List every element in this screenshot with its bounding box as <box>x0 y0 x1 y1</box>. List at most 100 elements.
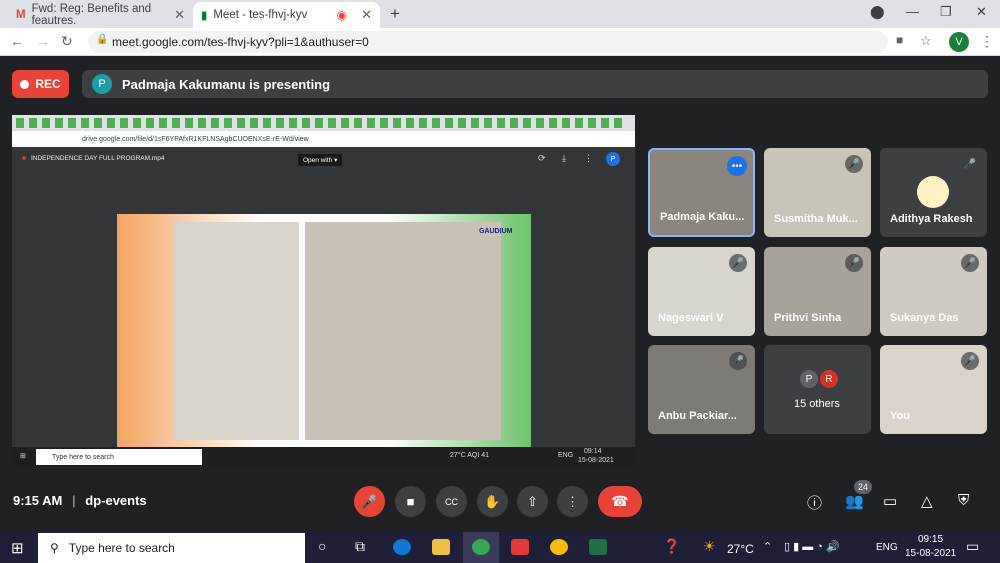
close-window-button[interactable]: ✕ <box>976 4 987 20</box>
minimize-button[interactable]: — <box>906 4 919 19</box>
edge-icon[interactable] <box>393 539 411 555</box>
raise-hand-button[interactable]: ✋ <box>477 486 508 517</box>
activities-button[interactable]: △ <box>921 492 933 510</box>
participant-tile[interactable]: 🎤 Nageswari V <box>648 247 755 336</box>
mic-off-icon: 🎤 <box>729 254 747 272</box>
taskbar-temp[interactable]: 27°C <box>727 542 754 556</box>
taskbar-time[interactable]: 09:15 <box>918 534 943 545</box>
video-left-panel <box>173 222 299 440</box>
tray-chevron-icon[interactable]: ⌃ <box>763 540 772 553</box>
camera-icon: ■ <box>406 494 415 509</box>
cortana-icon[interactable]: ○ <box>318 538 326 554</box>
captions-button[interactable]: CC <box>436 486 467 517</box>
forward-icon[interactable]: → <box>36 33 50 49</box>
taskbar-date[interactable]: 15-08-2021 <box>905 548 956 559</box>
camera-toggle-button[interactable]: ■ <box>395 486 426 517</box>
video-right-panel <box>305 222 501 440</box>
others-tile[interactable]: P R 15 others <box>764 345 871 434</box>
leave-call-button[interactable]: ☎ <box>598 486 642 517</box>
shared-tab-strip <box>12 115 635 131</box>
mic-off-icon: 🎤 <box>845 254 863 272</box>
file-explorer-icon[interactable] <box>432 539 450 555</box>
notifications-icon[interactable]: ▭ <box>966 538 979 555</box>
shield-lock-icon: ⛨ <box>958 492 970 509</box>
present-screen-icon: ⇧ <box>527 493 538 509</box>
mic-toggle-button[interactable]: 🎤 <box>354 486 385 517</box>
host-controls-button[interactable]: ⛨ <box>958 492 969 509</box>
url-text: meet.google.com/tes-fhvj-kyv?pli=1&authu… <box>112 35 369 49</box>
bookmark-star-icon[interactable]: ☆ <box>920 33 932 49</box>
participant-tile[interactable]: ••• Padmaja Kaku... <box>648 148 755 237</box>
chat-button[interactable]: ▭ <box>883 492 897 510</box>
other-avatar: R <box>820 370 838 388</box>
other-avatar: P <box>800 370 818 388</box>
file-name: INDEPENDENCE DAY FULL PROGRAM.mp4 <box>30 155 165 162</box>
participant-tile[interactable]: 🎤 Sukanya Das <box>880 247 987 336</box>
shared-lang: ENG <box>558 452 574 459</box>
download-icon[interactable]: ⤓ <box>562 153 566 164</box>
video-frame[interactable]: GAUDIUM <box>117 214 531 447</box>
people-button[interactable]: 👥 <box>845 492 864 510</box>
meet-icon: ▮ <box>201 10 208 22</box>
new-tab-button[interactable]: + <box>390 4 400 24</box>
task-view-icon[interactable]: ⧉ <box>355 538 365 555</box>
record-dot-icon <box>20 79 30 89</box>
url-field[interactable]: 🔒 meet.google.com/tes-fhvj-kyv?pli=1&aut… <box>88 31 888 53</box>
excel-icon[interactable] <box>589 539 607 555</box>
drive-viewer: ■ INDEPENDENCE DAY FULL PROGRAM.mp4 Open… <box>12 147 635 467</box>
hang-up-icon: ☎ <box>611 493 629 509</box>
taskbar-lang[interactable]: ENG <box>876 542 898 553</box>
close-icon[interactable]: ✕ <box>361 7 372 23</box>
others-count: 15 others <box>794 398 840 410</box>
browser-tab-bar: M Fwd: Reg: Benefits and feautres. ✕ ▮ M… <box>0 0 1000 28</box>
back-icon[interactable]: ← <box>10 33 24 49</box>
close-icon[interactable]: ✕ <box>174 7 185 23</box>
participant-tile[interactable]: 🎤 Adithya Rakesh <box>880 148 987 237</box>
meeting-details-button[interactable]: ⓘ <box>807 492 822 513</box>
participant-tile[interactable]: 🎤 Anbu Packiar... <box>648 345 755 434</box>
present-button[interactable]: ⇧ <box>517 486 548 517</box>
school-logo: GAUDIUM <box>479 228 513 235</box>
shared-search-text: Type here to search <box>52 453 114 461</box>
more-menu-icon[interactable]: ⋮ <box>980 33 994 50</box>
video-file-icon: ■ <box>22 155 26 162</box>
participant-name: Sukanya Das <box>890 312 959 324</box>
taskbar-search[interactable]: ⚲ Type here to search <box>38 533 305 563</box>
tab-gmail[interactable]: M Fwd: Reg: Benefits and feautres. ✕ <box>8 2 193 28</box>
profile-avatar[interactable]: V <box>949 32 969 52</box>
self-tile[interactable]: 🎤 You <box>880 345 987 434</box>
open-with-button[interactable]: Open with ▾ <box>298 154 343 166</box>
more-icon[interactable]: ⋮ <box>584 153 593 164</box>
reload-icon[interactable]: ↻ <box>61 33 73 50</box>
shared-screen[interactable]: drive.google.com/file/d/1sF6YPAfxR1KFLNS… <box>12 115 635 467</box>
participant-name: Nageswari V <box>658 312 724 324</box>
participant-tile[interactable]: 🎤 Susmitha Muk... <box>764 148 871 237</box>
recording-badge: REC <box>12 70 69 98</box>
tab-search-icon[interactable]: ⬤ <box>870 4 885 20</box>
rec-label: REC <box>35 77 61 91</box>
shared-weather: 27°C AQI 41 <box>450 452 489 459</box>
more-options-button[interactable]: ⋮ <box>557 486 588 517</box>
camera-icon[interactable]: ■ <box>896 33 903 47</box>
tray-icons[interactable]: ▯ ▮ ▬ ◔ 🔊 <box>784 540 840 553</box>
meeting-info: 9:15 AM | dp-events <box>13 493 147 508</box>
help-icon[interactable]: ❓ <box>663 538 680 555</box>
mic-off-icon: 🎤 <box>961 155 979 173</box>
participant-tile[interactable]: 🎤 Prithvi Sinha <box>764 247 871 336</box>
windows-icon: ⊞ <box>11 540 24 557</box>
tab-meet[interactable]: ▮ Meet - tes-fhvj-kyv ◉ ✕ <box>193 2 380 28</box>
more-vert-icon: ⋮ <box>566 493 579 509</box>
taskbar-search-text: Type here to search <box>68 541 175 555</box>
start-button[interactable]: ⊞ <box>11 539 24 557</box>
presenter-text: Padmaja Kakumanu is presenting <box>122 76 331 92</box>
add-shortcut-icon[interactable]: ⟳ <box>538 153 546 164</box>
maximize-button[interactable]: ❐ <box>940 4 952 20</box>
mic-off-icon: 🎤 <box>361 493 378 509</box>
shared-url: drive.google.com/file/d/1sF6YPAfxR1KFLNS… <box>82 135 309 143</box>
chrome-icon[interactable] <box>550 539 568 555</box>
mic-off-icon: 🎤 <box>961 254 979 272</box>
captions-icon: CC <box>445 496 458 507</box>
shared-taskbar: ⊞ Type here to search 27°C AQI 41 ENG 09… <box>12 447 635 467</box>
tab-label: Meet - tes-fhvj-kyv <box>213 9 308 21</box>
anydesk-icon[interactable] <box>511 539 529 555</box>
